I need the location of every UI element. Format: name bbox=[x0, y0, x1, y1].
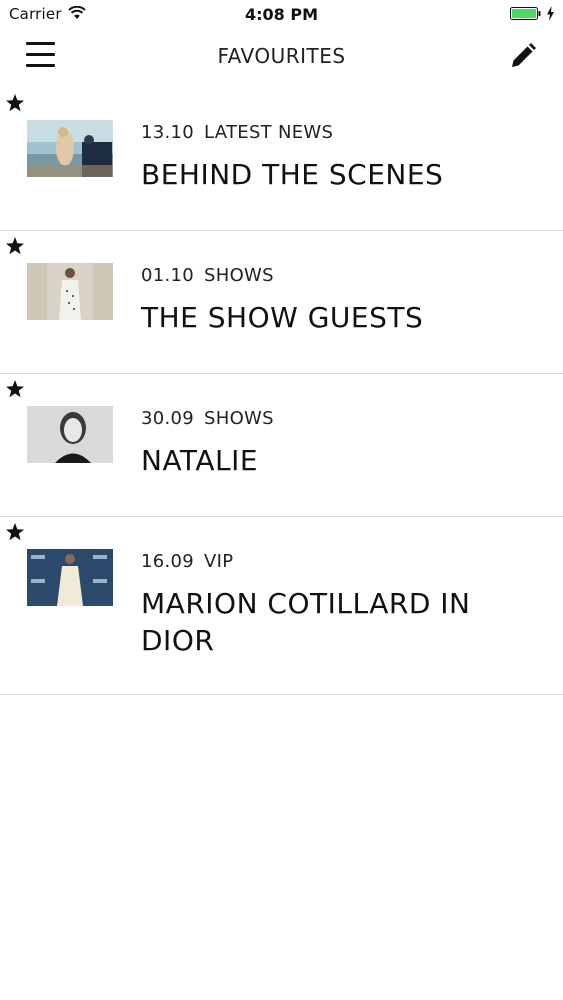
thumbnail-image[interactable] bbox=[27, 406, 113, 463]
item-date: 13.10 bbox=[141, 122, 195, 143]
thumbnail-image[interactable] bbox=[27, 263, 113, 320]
item-title[interactable]: THE SHOW GUESTS bbox=[141, 299, 541, 336]
charging-icon bbox=[547, 6, 554, 21]
battery-icon bbox=[510, 7, 541, 20]
page-title: FAVOURITES bbox=[217, 44, 346, 68]
list-item[interactable]: 01.10 SHOWS THE SHOW GUESTS bbox=[0, 231, 563, 374]
item-category: LATEST NEWS bbox=[204, 122, 334, 143]
item-date: 16.09 bbox=[141, 551, 195, 572]
thumbnail-image[interactable] bbox=[27, 120, 113, 177]
favourites-list: 13.10 LATEST NEWS BEHIND THE SCENES 01.10… bbox=[0, 88, 563, 695]
item-meta: 30.09 SHOWS bbox=[141, 408, 274, 429]
item-date: 01.10 bbox=[141, 265, 195, 286]
item-category: SHOWS bbox=[204, 408, 274, 429]
item-date: 30.09 bbox=[141, 408, 195, 429]
item-title[interactable]: MARION COTILLARD IN DIOR bbox=[141, 585, 541, 659]
pencil-icon[interactable] bbox=[509, 42, 537, 70]
clock: 4:08 PM bbox=[244, 5, 318, 24]
item-meta: 13.10 LATEST NEWS bbox=[141, 122, 333, 143]
thumbnail-image[interactable] bbox=[27, 549, 113, 606]
navigation-bar: FAVOURITES bbox=[0, 30, 563, 86]
item-category: SHOWS bbox=[204, 265, 274, 286]
item-title[interactable]: NATALIE bbox=[141, 442, 541, 479]
item-meta: 16.09 VIP bbox=[141, 551, 233, 572]
item-title[interactable]: BEHIND THE SCENES bbox=[141, 156, 541, 193]
list-item[interactable]: 30.09 SHOWS NATALIE bbox=[0, 374, 563, 517]
list-item[interactable]: 16.09 VIP MARION COTILLARD IN DIOR bbox=[0, 517, 563, 695]
item-category: VIP bbox=[204, 551, 234, 572]
star-icon[interactable] bbox=[5, 379, 25, 399]
star-icon[interactable] bbox=[5, 93, 25, 113]
list-item[interactable]: 13.10 LATEST NEWS BEHIND THE SCENES bbox=[0, 88, 563, 231]
star-icon[interactable] bbox=[5, 236, 25, 256]
star-icon[interactable] bbox=[5, 522, 25, 542]
status-bar: Carrier 4:08 PM bbox=[0, 0, 563, 30]
item-meta: 01.10 SHOWS bbox=[141, 265, 274, 286]
